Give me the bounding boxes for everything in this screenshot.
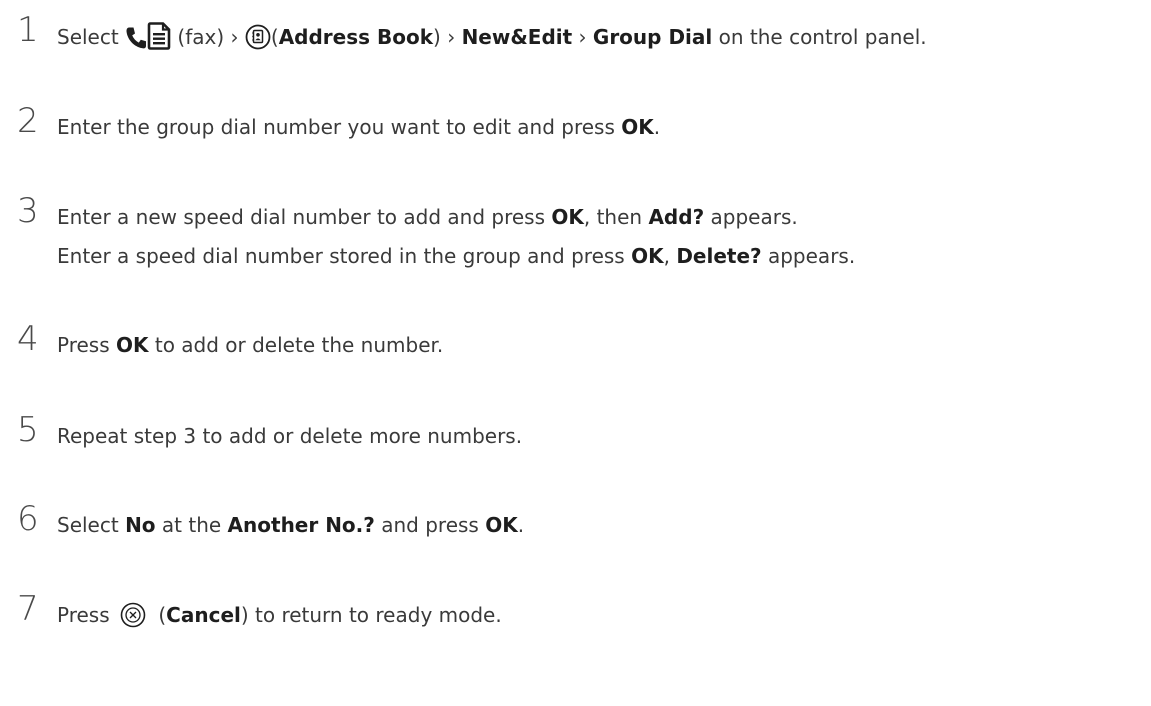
step-text: Repeat step 3 to add or delete more numb… bbox=[57, 424, 523, 448]
address-book-icon bbox=[245, 24, 271, 50]
step-text: Select (fax) › (Address Book) › New&Edit… bbox=[57, 22, 927, 51]
step-number: 7 bbox=[17, 589, 39, 629]
step-text-line-1: Enter a new speed dial number to add and… bbox=[57, 205, 798, 229]
step-text: Select No at the Another No.? and press … bbox=[57, 513, 525, 537]
step-number: 5 bbox=[17, 410, 39, 450]
step-number: 3 bbox=[17, 191, 39, 231]
step-text: Enter the group dial number you want to … bbox=[57, 115, 661, 139]
step-number: 1 bbox=[17, 10, 39, 50]
instruction-steps: 1 Select (fax) › (Address Book) › New&Ed… bbox=[0, 0, 1151, 706]
step-text: Press OK to add or delete the number. bbox=[57, 333, 444, 357]
phone-icon bbox=[125, 26, 147, 50]
fax-document-icon bbox=[147, 22, 171, 50]
step-text-line-2: Enter a speed dial number stored in the … bbox=[57, 244, 856, 268]
step-number: 2 bbox=[17, 101, 39, 141]
cancel-icon bbox=[120, 602, 146, 628]
step-number: 6 bbox=[17, 499, 39, 539]
step-text: Press (Cancel) to return to ready mode. bbox=[57, 602, 502, 628]
step-number: 4 bbox=[17, 319, 39, 359]
